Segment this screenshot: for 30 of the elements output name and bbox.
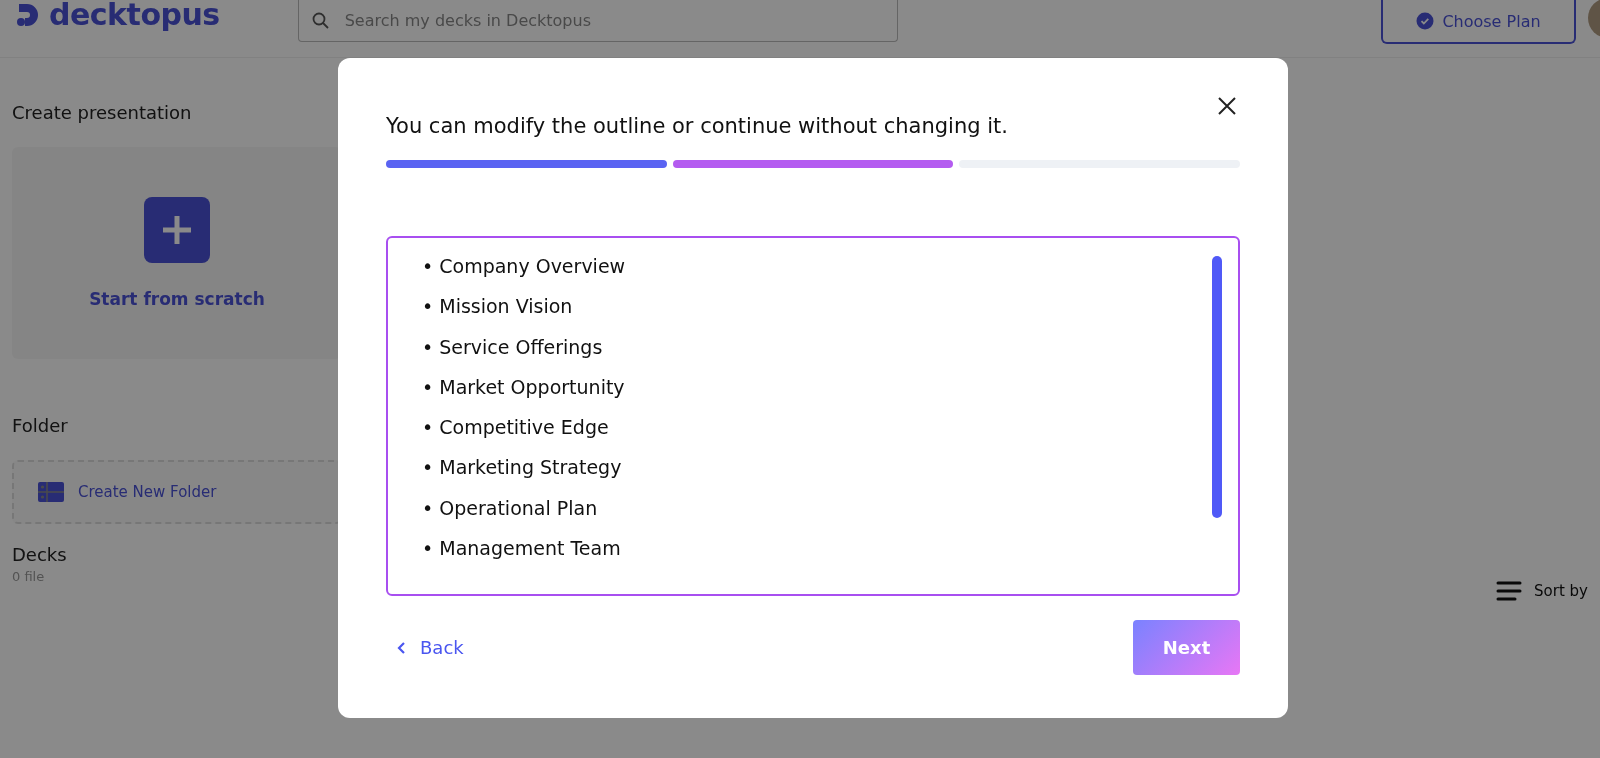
chevron-left-icon [396, 640, 406, 655]
logo-icon [15, 2, 41, 28]
logo-text[interactable]: decktopus [49, 0, 220, 30]
search-icon [311, 12, 330, 30]
outline-line: • Management Team [422, 536, 622, 562]
outline-line: • Marketing Strategy [422, 455, 623, 481]
button-label: Create New Folder [78, 483, 217, 501]
choose-plan-button[interactable]: Choose Plan [1381, 0, 1576, 44]
outline-line: • Operational Plan [422, 495, 599, 521]
outline-line: • Competitive Edge [422, 415, 610, 441]
search-field[interactable]: Search my decks in Decktopus [297, 0, 898, 42]
outline-line: • Mission Vision [422, 294, 574, 320]
back-button[interactable]: Back [386, 637, 464, 658]
close-icon[interactable] [1217, 96, 1237, 116]
next-button[interactable]: Next [1133, 620, 1240, 675]
section-heading: Decks [12, 544, 68, 565]
outline-line: • Company Overview [422, 254, 627, 279]
scrollbar[interactable] [1212, 256, 1222, 518]
section-heading: Create presentation [12, 102, 193, 123]
sort-button[interactable]: Sort by [1496, 578, 1588, 604]
outline-textarea[interactable]: • Company Overview • Mission Vision • Service Offerings • Market Opportunity • Competitive Edge • Marketing Strategy • Operational Plan • Management Team [386, 236, 1240, 596]
section-heading: Folder [12, 415, 69, 436]
verified-badge-icon [1416, 12, 1435, 30]
card-label: Start from scratch [89, 289, 265, 309]
sort-icon [1496, 580, 1523, 602]
dialog-title: You can modify the outline or continue without changing it. [386, 114, 1008, 138]
outline-line: • Service Offerings [422, 334, 604, 360]
folder-list-icon [38, 482, 64, 502]
outline-line: • Market Opportunity [422, 374, 626, 400]
plus-icon [144, 197, 210, 263]
